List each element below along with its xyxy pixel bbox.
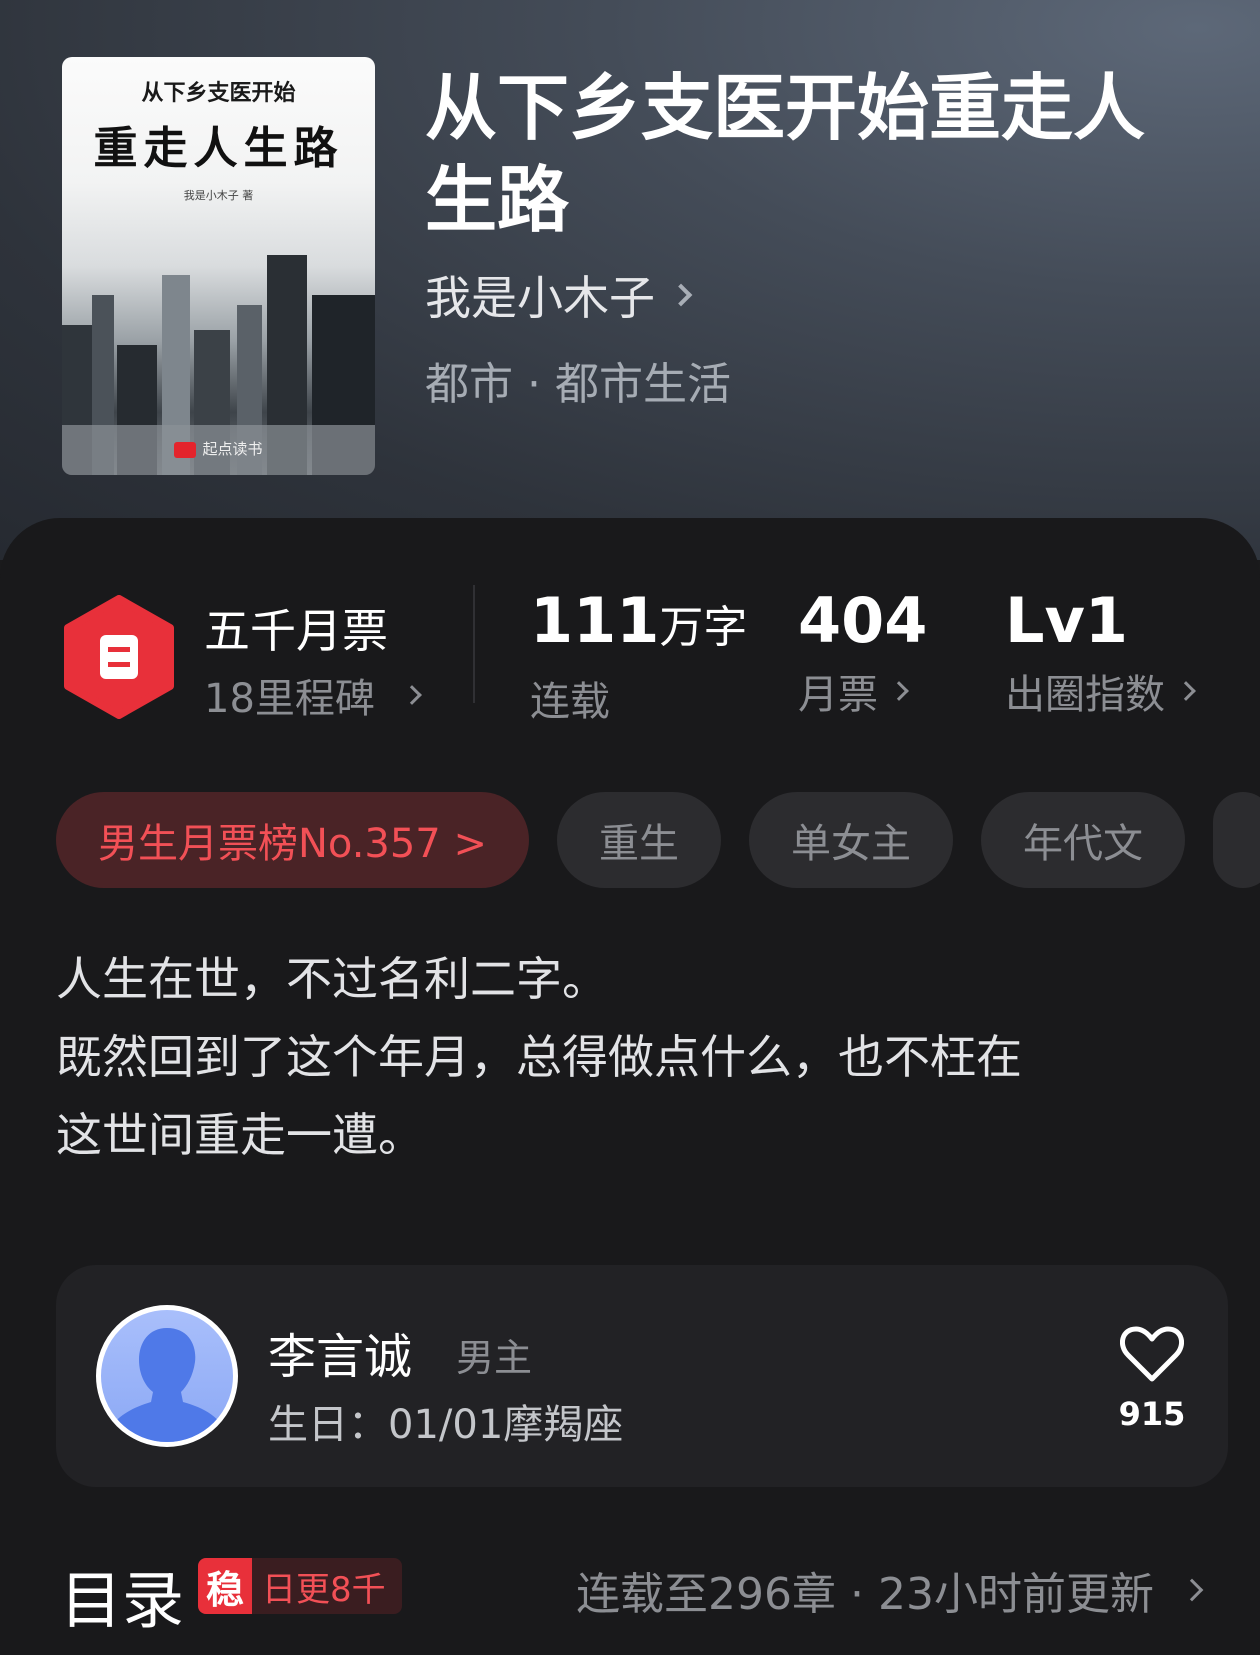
- cover-author: 我是小木子 著: [183, 189, 254, 202]
- book-synopsis[interactable]: 人生在世，不过名利二字。 既然回到了这个年月，总得做点什么，也不枉在 这世间重走…: [56, 940, 1206, 1174]
- brand-name: 起点读书: [202, 440, 263, 458]
- chevron-right-icon: [669, 283, 693, 307]
- word-count-unit: 万字: [659, 602, 748, 653]
- synopsis-line: 人生在世，不过名利二字。: [56, 952, 608, 1006]
- toc-link[interactable]: 连载至296章 · 23小时前更新: [576, 1558, 1204, 1622]
- book-title: 从下乡支医开始重走人生路: [425, 65, 1146, 242]
- toc-title[interactable]: 目录: [60, 1550, 184, 1640]
- character-avatar: [96, 1305, 238, 1447]
- synopsis-line: 这世间重走一遭。: [56, 1108, 424, 1162]
- popularity-label: 出圈指数: [1005, 672, 1165, 718]
- rank-tag[interactable]: 男生月票榜No.357 >: [56, 792, 529, 888]
- character-birthday: 生日：01/01摩羯座: [268, 1402, 624, 1448]
- milestone-subtitle: 18里程碑: [204, 676, 375, 722]
- author-name: 我是小木子: [425, 271, 655, 325]
- tag-era[interactable]: 年代文: [980, 792, 1185, 888]
- like-count: 915: [1118, 1395, 1186, 1433]
- monthly-votes-value: 404: [798, 584, 928, 657]
- heart-icon: [1119, 1326, 1185, 1382]
- synopsis-line: 既然回到了这个年月，总得做点什么，也不枉在: [56, 1030, 1022, 1084]
- like-button[interactable]: [1119, 1325, 1185, 1387]
- cover-title: 重走人生路: [93, 123, 344, 174]
- monthly-votes-label: 月票: [798, 672, 878, 718]
- person-silhouette-icon: [103, 1328, 231, 1442]
- chevron-right-icon: [1176, 681, 1196, 701]
- popularity-stat[interactable]: Lv1 出圈指数: [1005, 584, 1196, 720]
- tag-single-heroine[interactable]: 单女主: [748, 792, 953, 888]
- toc-status-text: 连载至296章 · 23小时前更新: [576, 1569, 1154, 1620]
- word-count-stat: 111万字 连载: [530, 586, 747, 727]
- chevron-right-icon: [402, 685, 422, 705]
- tag-row: 男生月票榜No.357 > 重生 单女主 年代文: [56, 792, 1260, 888]
- ticket-badge-icon: [64, 595, 174, 719]
- word-count-value: 111: [530, 584, 660, 657]
- serial-status: 连载: [530, 679, 610, 725]
- milestone-link[interactable]: 18里程碑: [204, 666, 422, 724]
- stable-mark: 稳: [198, 1558, 252, 1614]
- chevron-right-icon: [889, 681, 909, 701]
- divider: [473, 585, 475, 703]
- author-link[interactable]: 我是小木子: [425, 262, 693, 328]
- update-badge: 稳 日更8千: [198, 1558, 402, 1614]
- tag-more[interactable]: [1212, 792, 1260, 888]
- popularity-level: Lv1: [1005, 584, 1129, 657]
- character-name: 李言诚: [268, 1329, 413, 1385]
- book-genre: 都市 · 都市生活: [425, 359, 731, 410]
- brand-logo-icon: [174, 441, 197, 458]
- book-cover[interactable]: 从下乡支医开始 重走人生路 我是小木子 著 起点读书: [62, 57, 375, 475]
- cover-subtitle: 从下乡支医开始: [141, 81, 296, 106]
- daily-update-text: 日更8千: [262, 1569, 386, 1610]
- monthly-votes-stat[interactable]: 404 月票: [798, 586, 927, 720]
- character-card[interactable]: 李言诚 男主 生日：01/01摩羯座 915: [56, 1265, 1228, 1487]
- milestone-title: 五千月票: [204, 604, 388, 658]
- chevron-right-icon: [1180, 1578, 1204, 1602]
- tag-rebirth[interactable]: 重生: [556, 792, 721, 888]
- character-role: 男主: [456, 1336, 533, 1380]
- cover-brand: 起点读书: [62, 438, 375, 459]
